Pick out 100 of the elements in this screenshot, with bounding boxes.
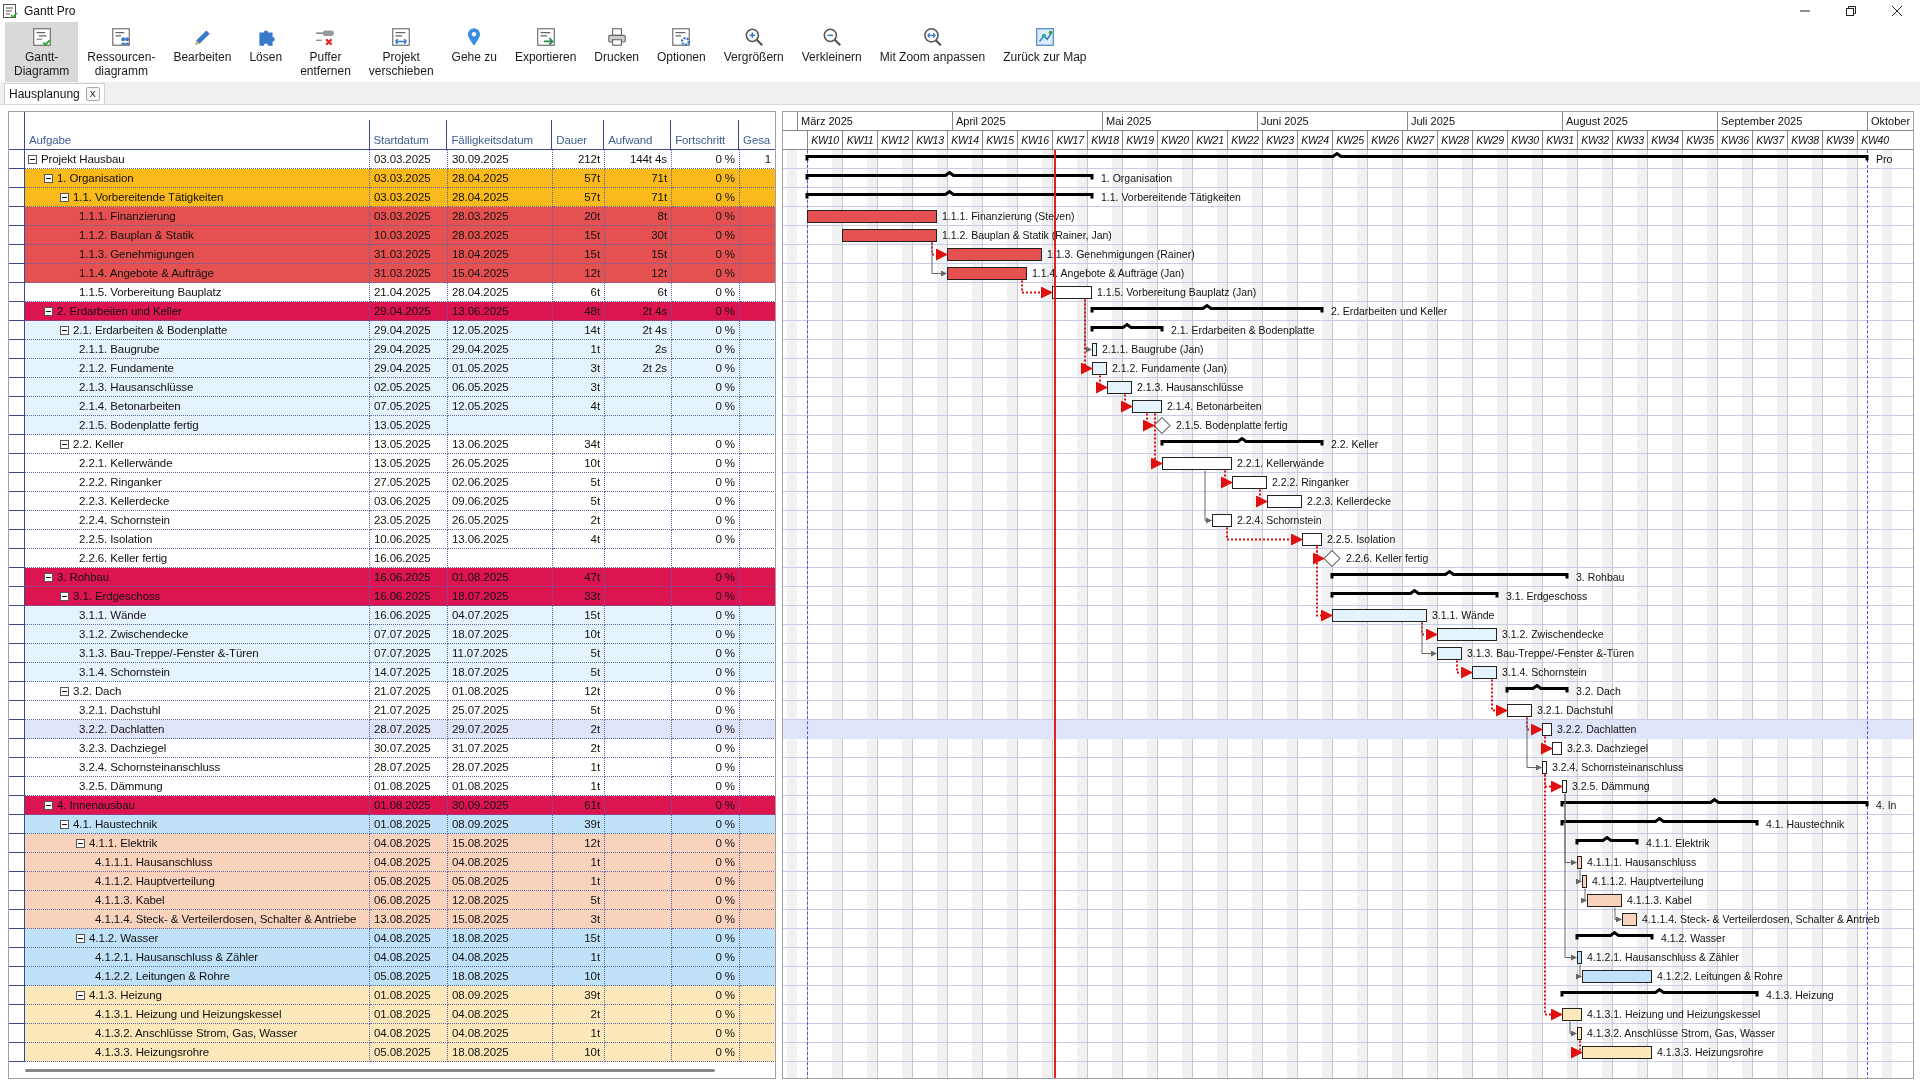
- task-bar[interactable]: [1507, 704, 1532, 717]
- column-header[interactable]: Fälligkeitsdatum: [447, 120, 553, 149]
- dependency-arrow[interactable]: [1421, 621, 1438, 641]
- column-header[interactable]: Startdatum: [369, 120, 448, 149]
- milestone-diamond[interactable]: [1153, 417, 1171, 434]
- toolbar-button[interactable]: Bearbeiten: [164, 22, 241, 82]
- task-bar[interactable]: [1437, 628, 1497, 641]
- collapse-icon[interactable]: [44, 572, 53, 582]
- task-bar[interactable]: [1302, 533, 1322, 546]
- table-row[interactable]: 2.2.1. Kellerwände 13.05.2025 26.05.2025 10t 0 %: [9, 454, 775, 473]
- table-row[interactable]: 2.2.6. Keller fertig 16.06.2025: [9, 549, 775, 568]
- collapse-icon[interactable]: [60, 591, 69, 601]
- collapse-icon[interactable]: [60, 819, 69, 829]
- table-row[interactable]: 3.2.1. Dachstuhl 21.07.2025 25.07.2025 5t 0 %: [9, 701, 775, 720]
- task-bar[interactable]: [1582, 970, 1652, 983]
- table-row[interactable]: 2.1.1. Baugrube 29.04.2025 29.04.2025 1t 2s 0 %: [9, 340, 775, 359]
- collapse-icon[interactable]: [28, 154, 37, 164]
- dependency-arrow[interactable]: [1316, 545, 1333, 622]
- dependency-arrow[interactable]: [1571, 1039, 1583, 1059]
- task-bar[interactable]: [1212, 514, 1232, 527]
- table-row[interactable]: 3.2.3. Dachziegel 30.07.2025 31.07.2025 2t 0 %: [9, 739, 775, 758]
- task-bar[interactable]: [1092, 343, 1097, 356]
- table-row[interactable]: 2.1. Erdarbeiten & Bodenplatte 29.04.2025 12.05.2025 14t 2t 4s 0 %: [9, 321, 775, 340]
- summary-bracket[interactable]: [1330, 569, 1569, 579]
- table-row[interactable]: 4.1.3.1. Heizung und Heizungskessel 01.08.2025 04.08.2025 2t 0 %: [9, 1005, 775, 1024]
- dependency-arrow[interactable]: [931, 241, 948, 261]
- table-row[interactable]: 3. Rohbau 16.06.2025 01.08.2025 47t 0 %: [9, 568, 775, 587]
- dependency-arrow[interactable]: [1491, 678, 1508, 717]
- table-row[interactable]: 2.2.3. Kellerdecke 03.06.2025 09.06.2025 5t 0 %: [9, 492, 775, 511]
- task-bar[interactable]: [1052, 286, 1092, 299]
- task-bar[interactable]: [1107, 381, 1132, 394]
- collapse-icon[interactable]: [44, 306, 53, 316]
- toolbar-button[interactable]: Verkleinern: [792, 22, 871, 82]
- collapse-icon[interactable]: [60, 439, 69, 449]
- table-row[interactable]: 4.1.1. Elektrik 04.08.2025 15.08.2025 12t 0 %: [9, 834, 775, 853]
- toolbar-button[interactable]: Zurück zur Map: [994, 22, 1096, 82]
- column-header[interactable]: Aufwand: [604, 120, 672, 149]
- collapse-icon[interactable]: [76, 990, 85, 1000]
- summary-bracket[interactable]: [1575, 930, 1654, 940]
- task-bar[interactable]: [1552, 742, 1562, 755]
- task-bar[interactable]: [1267, 495, 1302, 508]
- toolbar-button[interactable]: Lösen: [240, 22, 292, 82]
- table-row[interactable]: 4.1.3.2. Anschlüsse Strom, Gas, Wasser 04.08.2025 04.08.2025 1t 0 %: [9, 1024, 775, 1043]
- table-row[interactable]: 4.1. Haustechnik 01.08.2025 08.09.2025 39t 0 %: [9, 815, 775, 834]
- summary-bracket[interactable]: [1560, 797, 1869, 807]
- dependency-arrow[interactable]: [1541, 735, 1553, 755]
- collapse-icon[interactable]: [76, 933, 85, 943]
- table-row[interactable]: 4.1.2. Wasser 04.08.2025 18.08.2025 15t 0 %: [9, 929, 775, 948]
- table-row[interactable]: 3.1.4. Schornstein 14.07.2025 18.07.2025 5t 0 %: [9, 663, 775, 682]
- table-row[interactable]: 2.1.2. Fundamente 29.04.2025 01.05.2025 3t 2t 2s 0 %: [9, 359, 775, 378]
- table-row[interactable]: 4.1.3. Heizung 01.08.2025 08.09.2025 39t 0 %: [9, 986, 775, 1005]
- collapse-icon[interactable]: [60, 325, 69, 335]
- task-bar[interactable]: [1562, 780, 1567, 793]
- dependency-arrow[interactable]: [1151, 412, 1163, 470]
- task-bar[interactable]: [1132, 400, 1162, 413]
- task-bar[interactable]: [1587, 894, 1622, 907]
- table-row[interactable]: 2.2. Keller 13.05.2025 13.06.2025 34t 0 %: [9, 435, 775, 454]
- table-row[interactable]: 2. Erdarbeiten und Keller 29.04.2025 13.06.2025 48t 2t 4s 0 %: [9, 302, 775, 321]
- dependency-arrow[interactable]: [1256, 488, 1268, 508]
- scrollbar[interactable]: [25, 1069, 715, 1072]
- table-row[interactable]: 1.1.1. Finanzierung 03.03.2025 28.03.2025 20t 8t 0 %: [9, 207, 775, 226]
- summary-bracket[interactable]: [1505, 683, 1569, 693]
- toolbar-button[interactable]: Gehe zu: [442, 22, 506, 82]
- table-row[interactable]: 3.2. Dach 21.07.2025 01.08.2025 12t 0 %: [9, 682, 775, 701]
- summary-bracket[interactable]: [805, 151, 1869, 162]
- task-bar[interactable]: [1577, 856, 1582, 869]
- task-bar[interactable]: [1092, 362, 1107, 375]
- dependency-arrow[interactable]: [1081, 298, 1093, 375]
- task-bar[interactable]: [1162, 457, 1232, 470]
- task-bar[interactable]: [1437, 647, 1462, 660]
- collapse-icon[interactable]: [60, 192, 69, 202]
- column-header[interactable]: Gesa: [739, 120, 775, 149]
- table-row[interactable]: 4.1.2.2. Leitungen & Rohre 05.08.2025 18.08.2025 10t 0 %: [9, 967, 775, 986]
- table-row[interactable]: 1.1.2. Bauplan & Statik 10.03.2025 28.03.2025 15t 30t 0 %: [9, 226, 775, 245]
- table-row[interactable]: 3.1.1. Wände 16.06.2025 04.07.2025 15t 0 %: [9, 606, 775, 625]
- task-bar[interactable]: [1232, 476, 1267, 489]
- table-row[interactable]: 4.1.3.3. Heizungsrohre 05.08.2025 18.08.2025 10t 0 %: [9, 1043, 775, 1062]
- dependency-arrow[interactable]: [1564, 793, 1577, 961]
- dependency-arrow[interactable]: [1121, 393, 1133, 413]
- dependency-arrow[interactable]: [1526, 716, 1543, 736]
- table-row[interactable]: Projekt Hausbau 03.03.2025 30.09.2025 212t 144t 4s 0 % 1: [9, 150, 775, 169]
- table-row[interactable]: 4.1.2.1. Hausanschluss & Zähler 04.08.2025 04.08.2025 1t 0 %: [9, 948, 775, 967]
- table-row[interactable]: 4. Innenausbau 01.08.2025 30.09.2025 61t 0 %: [9, 796, 775, 815]
- toolbar-button[interactable]: Gantt- Diagramm: [5, 22, 79, 82]
- table-row[interactable]: 2.2.4. Schornstein 23.05.2025 26.05.2025 2t 0 %: [9, 511, 775, 530]
- summary-bracket[interactable]: [1575, 835, 1639, 845]
- task-bar[interactable]: [1577, 951, 1582, 964]
- table-row[interactable]: 2.1.5. Bodenplatte fertig 13.05.2025: [9, 416, 775, 435]
- toolbar-button[interactable]: Drucken: [585, 22, 648, 82]
- table-row[interactable]: 4.1.1.2. Hauptverteilung 05.08.2025 05.08.2025 1t 0 %: [9, 872, 775, 891]
- summary-bracket[interactable]: [805, 189, 1094, 199]
- column-header[interactable]: Aufgabe: [25, 120, 370, 149]
- table-row[interactable]: 3.1. Erdgeschoss 16.06.2025 18.07.2025 33t 0 %: [9, 587, 775, 606]
- toolbar-button[interactable]: Puffer entfernen: [291, 22, 360, 82]
- table-row[interactable]: 1.1.4. Angebote & Aufträge 31.03.2025 15.04.2025 12t 12t 0 %: [9, 264, 775, 283]
- toolbar-button[interactable]: Optionen: [648, 22, 715, 82]
- table-row[interactable]: 4.1.1.3. Kabel 06.08.2025 12.08.2025 5t 0 %: [9, 891, 775, 910]
- toolbar-button[interactable]: Ressourcen- diagramm: [78, 22, 165, 82]
- dependency-arrow[interactable]: [1456, 659, 1473, 679]
- table-row[interactable]: 1.1. Vorbereitende Tätigkeiten 03.03.2025 28.04.2025 57t 71t 0 %: [9, 188, 775, 207]
